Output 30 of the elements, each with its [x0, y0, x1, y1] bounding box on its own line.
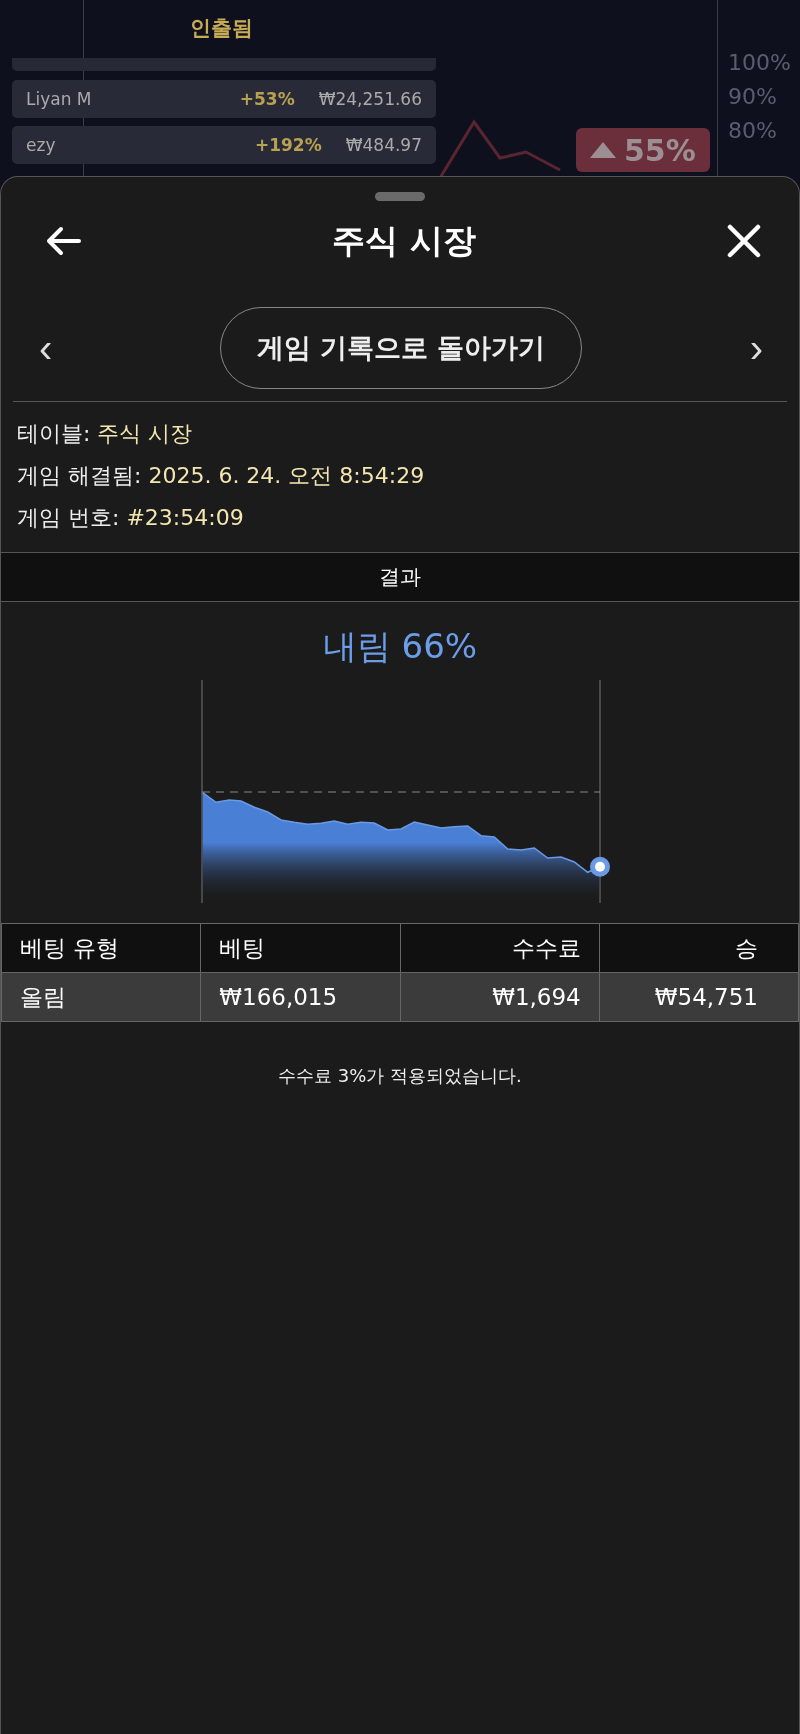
- drag-handle[interactable]: [375, 192, 425, 201]
- table-cell: ₩1,694: [400, 972, 600, 1022]
- table-cell: ₩166,015: [200, 972, 400, 1022]
- multiplier: +192%: [254, 135, 322, 155]
- outcome-text: 내림 66%: [321, 625, 479, 668]
- multiplier: +53%: [239, 89, 295, 109]
- next-button[interactable]: ›: [743, 328, 769, 368]
- player-name: Liyan M: [26, 89, 93, 109]
- up-triangle-icon: [590, 142, 616, 158]
- table-cell: ₩54,751: [599, 972, 799, 1022]
- column-header: 수수료: [400, 923, 600, 973]
- badge-value: 55%: [624, 132, 696, 168]
- previous-button[interactable]: ‹: [33, 328, 59, 368]
- result-header: 결과: [1, 552, 799, 602]
- info-line: 게임 해결됨: 2025. 6. 24. 오전 8:54:29: [17, 462, 426, 490]
- sheet-title: 주식 시장: [332, 219, 476, 262]
- axis-label: 90%: [728, 84, 778, 109]
- column-header: 베팅 유형: [1, 923, 201, 973]
- axis-label: 80%: [728, 118, 778, 143]
- info-line: 게임 번호: #23:54:09: [17, 504, 245, 532]
- amount: ₩24,251.66: [318, 89, 422, 109]
- fee-note: 수수료 3%가 적용되었습니다.: [277, 1064, 523, 1088]
- column-header: 베팅: [200, 923, 400, 973]
- player-name: ezy: [26, 135, 57, 155]
- column-header: 승: [599, 923, 799, 973]
- info-line: 테이블: 주식 시장: [17, 420, 194, 448]
- amount: ₩484.97: [345, 135, 422, 155]
- table-cell: 올림: [1, 972, 201, 1022]
- axis-label: 100%: [728, 50, 791, 75]
- column-title: 인출됨: [190, 15, 253, 42]
